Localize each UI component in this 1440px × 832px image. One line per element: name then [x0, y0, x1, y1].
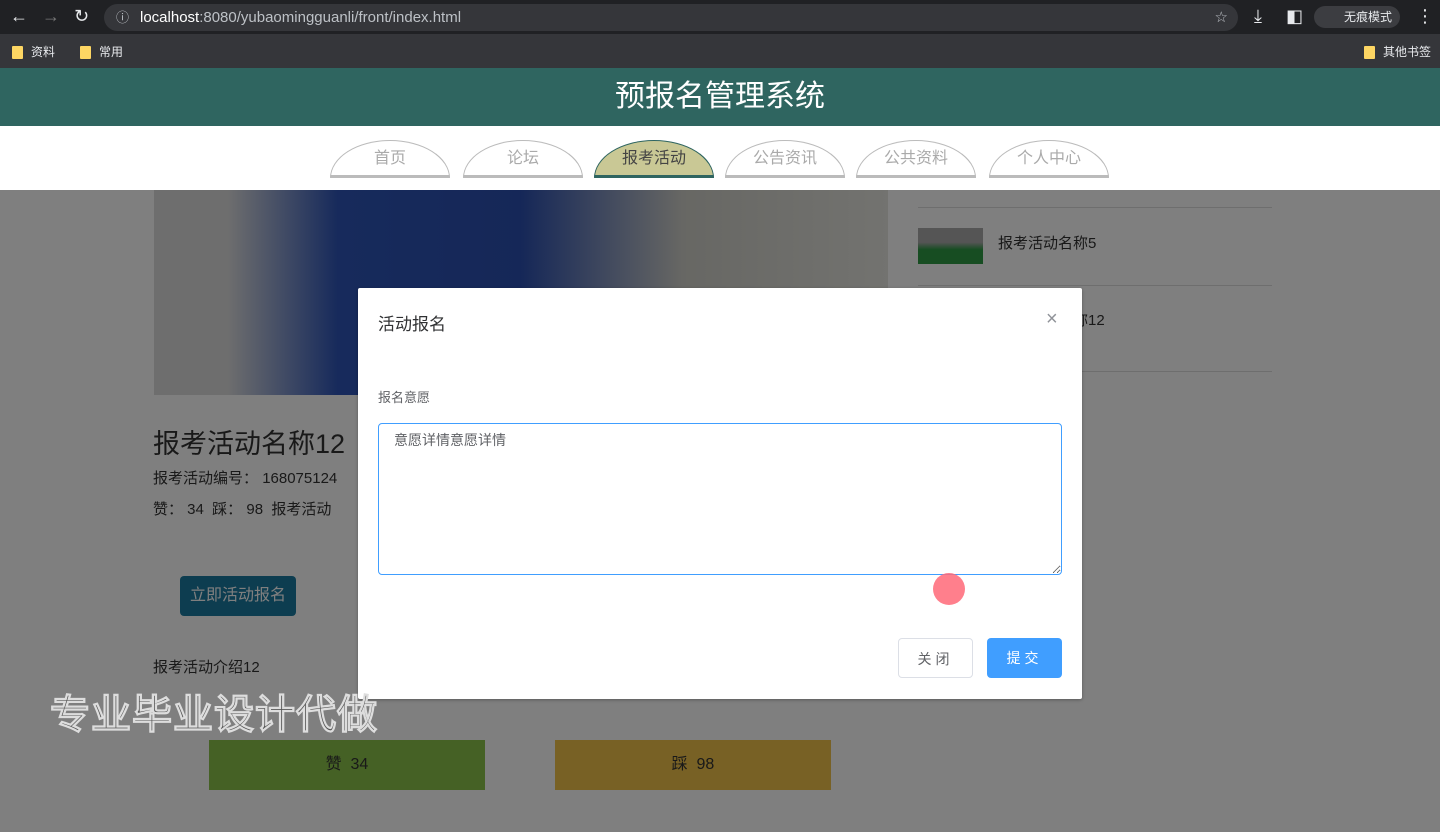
menu-icon[interactable]: ⋮ — [1416, 6, 1434, 27]
folder-icon — [1364, 46, 1375, 60]
sidepanel-icon[interactable]: ◧ — [1286, 6, 1303, 27]
incognito-label: 无痕模式 — [1344, 10, 1393, 24]
bookmark-folder[interactable]: 常用 — [80, 43, 123, 60]
tab-home[interactable]: 首页 — [330, 140, 450, 178]
address-bar[interactable]: ⓘ localhost:8080/yubaomingguanli/front/i… — [104, 4, 1238, 31]
forward-icon[interactable]: → — [42, 6, 60, 27]
site-header: 预报名管理系统 — [0, 68, 1440, 126]
incognito-badge[interactable]: 无痕模式 — [1314, 6, 1401, 28]
intention-textarea[interactable]: 意愿详情意愿详情 — [378, 423, 1062, 575]
download-icon[interactable]: ⤓ — [1254, 6, 1262, 27]
signup-dialog: 活动报名 × 报名意愿 意愿详情意愿详情 关闭 提交 — [358, 288, 1082, 699]
folder-icon — [12, 46, 23, 60]
back-icon[interactable]: ← — [10, 6, 28, 27]
tab-forum[interactable]: 论坛 — [463, 140, 583, 178]
dialog-title: 活动报名 — [378, 315, 446, 334]
tab-public-materials[interactable]: 公共资料 — [856, 140, 976, 178]
submit-button[interactable]: 提交 — [987, 638, 1062, 678]
tab-profile[interactable]: 个人中心 — [989, 140, 1109, 178]
bookmark-label: 常用 — [99, 45, 124, 59]
tab-activities[interactable]: 报考活动 — [594, 140, 714, 178]
bookmark-label: 其他书签 — [1383, 45, 1432, 59]
cursor-highlight — [933, 573, 965, 605]
info-icon: ⓘ — [116, 10, 130, 25]
close-icon[interactable]: × — [1046, 308, 1058, 331]
browser-toolbar: ← → ↻ ⓘ localhost:8080/yubaomingguanli/f… — [0, 0, 1440, 34]
main-nav: 首页 论坛 报考活动 公告资讯 公共资料 个人中心 — [0, 126, 1440, 190]
star-icon[interactable]: ☆ — [1215, 4, 1228, 31]
other-bookmarks[interactable]: 其他书签 — [1364, 43, 1431, 60]
bookmarks-bar: 资料 常用 其他书签 — [0, 34, 1440, 68]
tab-news[interactable]: 公告资讯 — [725, 140, 845, 178]
bookmark-label: 资料 — [31, 45, 56, 59]
field-label: 报名意愿 — [378, 390, 431, 405]
bookmark-folder[interactable]: 资料 — [12, 43, 55, 60]
url-host: localhost — [140, 9, 200, 26]
close-button[interactable]: 关闭 — [898, 638, 973, 678]
reload-icon[interactable]: ↻ — [74, 6, 89, 27]
url-path: :8080/yubaomingguanli/front/index.html — [199, 9, 462, 26]
folder-icon — [80, 46, 91, 60]
site-title: 预报名管理系统 — [615, 80, 825, 113]
watermark-text: 专业毕业设计代做 — [50, 693, 378, 738]
